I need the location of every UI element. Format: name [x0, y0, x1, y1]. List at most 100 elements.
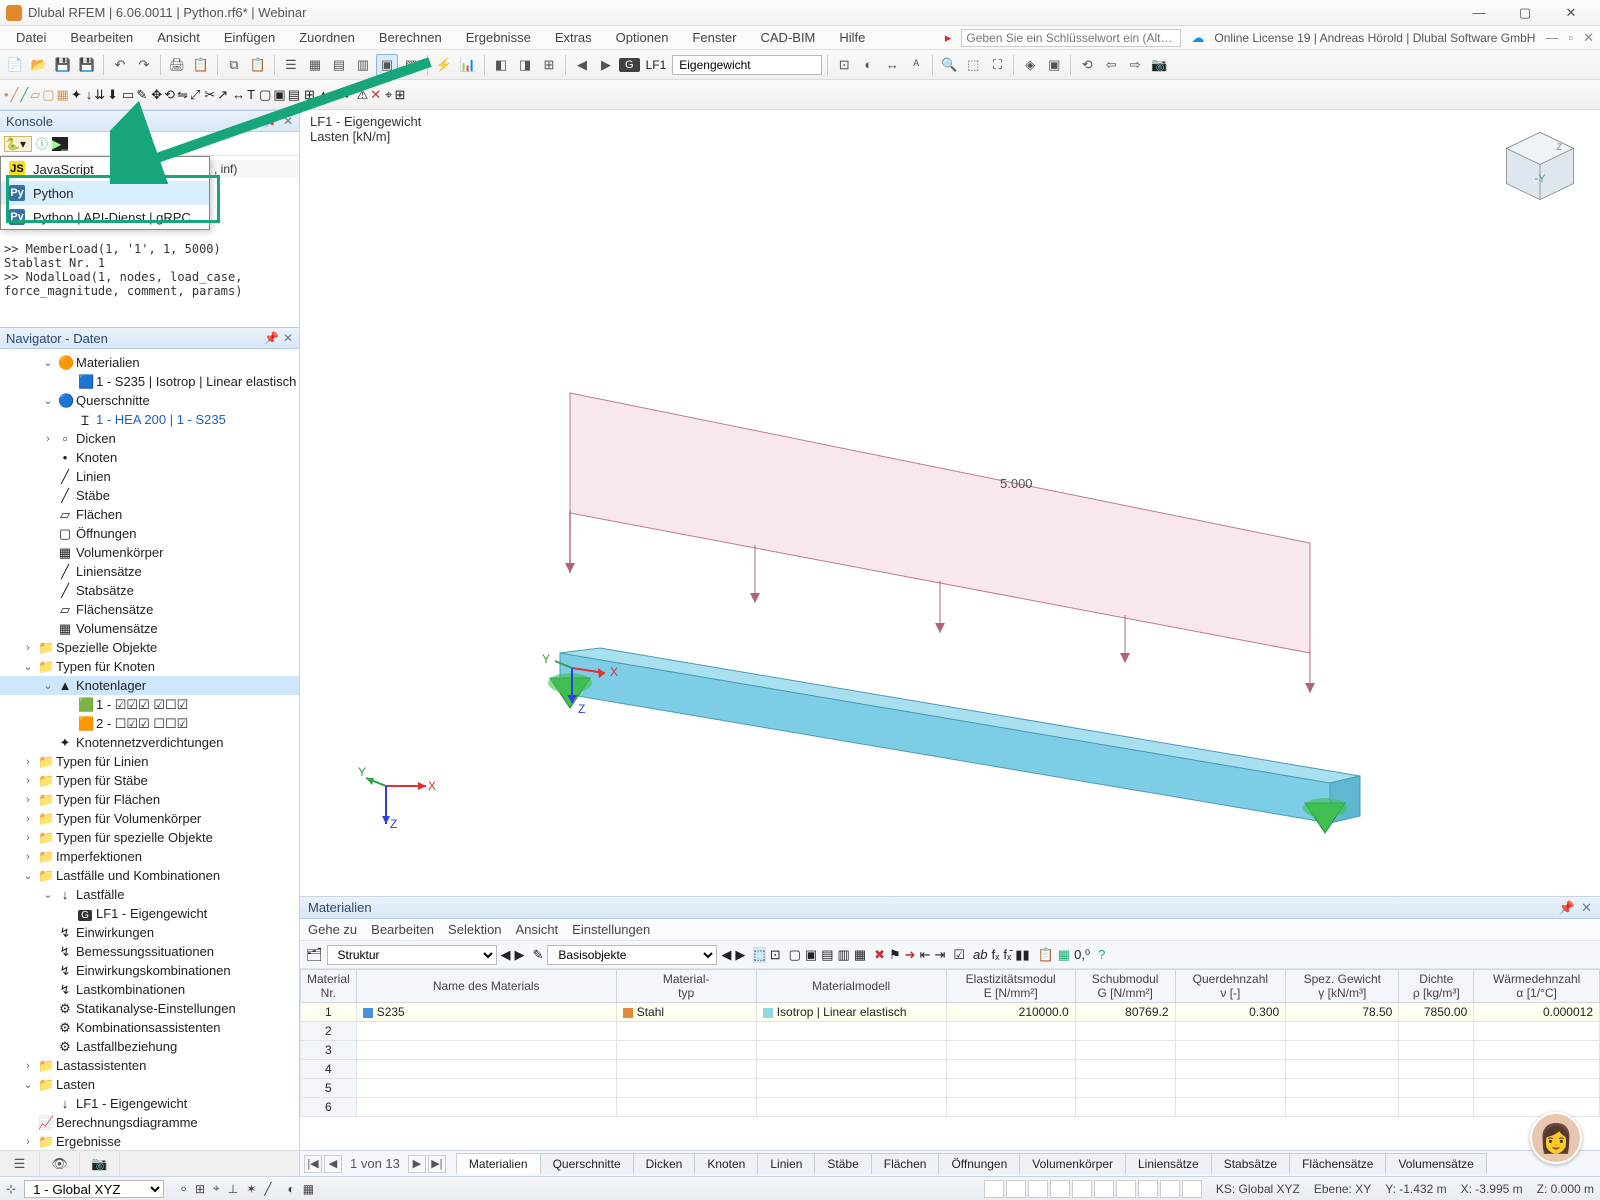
tree-item[interactable]: ›📁Typen für Flächen [0, 790, 299, 809]
sb-guide-icon[interactable]: ╱ [264, 1182, 271, 1196]
tb-persp-icon[interactable]: ▣ [1043, 54, 1065, 76]
bp-b1-icon[interactable]: ▢ [789, 947, 801, 963]
tree-item[interactable]: ⌄↓Lastfälle [0, 885, 299, 904]
sb-axes-icon[interactable]: ⊹ [6, 1182, 16, 1196]
tb-dims-icon[interactable]: ↔ [881, 54, 903, 76]
tree-item[interactable]: ⌄▲Knotenlager [0, 676, 299, 695]
tree-item[interactable]: ▢Öffnungen [0, 524, 299, 543]
tab-next-icon[interactable]: ▶ [408, 1155, 426, 1173]
support-avatar[interactable]: 👩 [1530, 1112, 1582, 1164]
bp-menu-bearbeiten[interactable]: Bearbeiten [371, 922, 434, 937]
tb-render-icon[interactable]: ◐ [857, 54, 879, 76]
navigator-pin-icon[interactable]: 📌 [264, 331, 279, 345]
tb-print-icon[interactable]: 🖨 [166, 54, 188, 76]
menu-berechnen[interactable]: Berechnen [369, 28, 452, 47]
nav-tab-data-icon[interactable]: ☰ [0, 1152, 40, 1176]
tb2-edit-icon[interactable]: ✎ [136, 87, 147, 103]
tb-iso-icon[interactable]: ◈ [1019, 54, 1041, 76]
bp-structure-combo[interactable]: Struktur [327, 945, 497, 965]
tb2-snap-icon[interactable]: ⌖ [385, 87, 392, 103]
tab-staebe[interactable]: Stäbe [814, 1153, 871, 1174]
tb-copy-icon[interactable]: ⧉ [223, 54, 245, 76]
tab-first-icon[interactable]: |◀ [304, 1155, 322, 1173]
tree-item[interactable]: ›📁Spezielle Objekte [0, 638, 299, 657]
sb-bg-icon[interactable]: ◐ [288, 1182, 295, 1196]
menu-cadbim[interactable]: CAD-BIM [751, 28, 826, 47]
menu-bearbeiten[interactable]: Bearbeiten [60, 28, 143, 47]
tab-flaechen[interactable]: Flächen [871, 1153, 940, 1174]
tab-materialien[interactable]: Materialien [456, 1153, 541, 1174]
tab-querschnitte[interactable]: Querschnitte [540, 1153, 634, 1174]
menu-datei[interactable]: Datei [6, 28, 56, 47]
close-button[interactable]: ✕ [1548, 0, 1594, 26]
tree-item[interactable]: ↯Lastkombinationen [0, 980, 299, 999]
tb2-load2-icon[interactable]: ⇊ [94, 87, 105, 103]
bp-italic-icon[interactable]: ab [973, 947, 987, 962]
tb2-sel-icon[interactable]: ▭ [122, 87, 134, 103]
bp-menu-ansicht[interactable]: Ansicht [516, 922, 559, 937]
tree-item[interactable]: ⚙Lastfallbeziehung [0, 1037, 299, 1056]
tab-volumensaetze[interactable]: Volumensätze [1385, 1153, 1486, 1174]
tree-item[interactable]: ▱Flächensätze [0, 600, 299, 619]
tab-volumenkoerper[interactable]: Volumenkörper [1019, 1153, 1126, 1174]
menu-zuordnen[interactable]: Zuordnen [289, 28, 365, 47]
bp-onext-icon[interactable]: ▶ [735, 947, 745, 963]
bp-help-icon[interactable]: ? [1098, 947, 1105, 962]
konsole-lang-dropdown[interactable]: 🐍▾ [4, 136, 32, 152]
tb2-surface-icon[interactable]: ▱ [30, 87, 40, 103]
tab-prev-icon[interactable]: ◀ [324, 1155, 342, 1173]
sb-polar-icon[interactable]: ✶ [246, 1182, 256, 1196]
tb2-check-icon[interactable]: ✓ [344, 87, 355, 103]
sb-v5-icon[interactable] [1072, 1180, 1092, 1198]
tb-view2-icon[interactable]: ◨ [514, 54, 536, 76]
mdi-minimize-icon[interactable]: — [1545, 30, 1558, 45]
tree-item[interactable]: ›📁Lastassistenten [0, 1056, 299, 1075]
maximize-button[interactable]: ▢ [1502, 0, 1548, 26]
tb2-supp-icon[interactable]: ▲ [317, 87, 330, 102]
sb-v6-icon[interactable] [1094, 1180, 1114, 1198]
menu-hilfe[interactable]: Hilfe [829, 28, 875, 47]
sb-v3-icon[interactable] [1028, 1180, 1048, 1198]
bp-fx2-icon[interactable]: fₓ̄ [1003, 947, 1011, 962]
tb2-cut-icon[interactable]: ✂ [204, 87, 215, 103]
bp-menu-einstellungen[interactable]: Einstellungen [572, 922, 650, 937]
mdi-restore-icon[interactable]: ▫ [1568, 30, 1573, 45]
tab-linien[interactable]: Linien [757, 1153, 815, 1174]
konsole-run-icon[interactable]: ▶_ [52, 137, 68, 151]
tree-item[interactable]: 🟦1 - S235 | Isotrop | Linear elastisch [0, 372, 299, 391]
sb-v7-icon[interactable] [1116, 1180, 1136, 1198]
bp-wand-icon[interactable]: ✎ [533, 947, 544, 963]
tb2-load3-icon[interactable]: ⬇ [107, 87, 118, 103]
tab-dicken[interactable]: Dicken [633, 1153, 696, 1174]
nav-tab-display-icon[interactable]: 👁 [40, 1152, 80, 1176]
tb2-mesh-icon[interactable]: ⊞ [304, 87, 315, 103]
sb-v4-icon[interactable] [1050, 1180, 1070, 1198]
bp-unit-icon[interactable]: 0,⁰ [1074, 947, 1090, 963]
tree-item[interactable]: ⌄🔵Querschnitte [0, 391, 299, 410]
tb-lf-next-icon[interactable]: ▶ [595, 54, 617, 76]
konsole-info-icon[interactable]: ⓘ [36, 135, 48, 152]
bp-menu-selektion[interactable]: Selektion [448, 922, 501, 937]
bp-next-icon[interactable]: ▶ [515, 947, 525, 963]
materials-table[interactable]: MaterialNr. Name des Materials Material-… [300, 969, 1600, 1150]
nav-tab-views-icon[interactable]: 📷 [80, 1152, 120, 1176]
tree-item[interactable]: ⌄📁Lastfälle und Kombinationen [0, 866, 299, 885]
tb-zoomwin-icon[interactable]: ⬚ [962, 54, 984, 76]
tree-item[interactable]: ╱Linien [0, 467, 299, 486]
tb2-move-icon[interactable]: ✥ [151, 87, 162, 103]
tb2-line-icon[interactable]: ╱ [11, 87, 19, 103]
bp-sel2-icon[interactable]: ⊡ [770, 947, 781, 963]
tb2-box1-icon[interactable]: ▢ [259, 87, 271, 103]
table-row[interactable]: 1 S235 Stahl Isotrop | Linear elastisch … [301, 1003, 1600, 1022]
tb-paste-icon[interactable]: 📋 [247, 54, 269, 76]
tb-next-icon[interactable]: ⇨ [1124, 54, 1146, 76]
bp-import-icon[interactable]: ⇤ [920, 947, 931, 963]
tb-prev-icon[interactable]: ⇦ [1100, 54, 1122, 76]
tb2-solid-icon[interactable]: ▦ [57, 87, 69, 103]
tb-labels-icon[interactable]: ᴬ [905, 54, 927, 76]
tb2-release-icon[interactable]: ○ [332, 87, 340, 102]
tree-item[interactable]: ▦Volumensätze [0, 619, 299, 638]
minimize-button[interactable]: — [1456, 0, 1502, 26]
tree-item[interactable]: ╱Stabsätze [0, 581, 299, 600]
tb-open-icon[interactable]: 📂 [28, 54, 50, 76]
